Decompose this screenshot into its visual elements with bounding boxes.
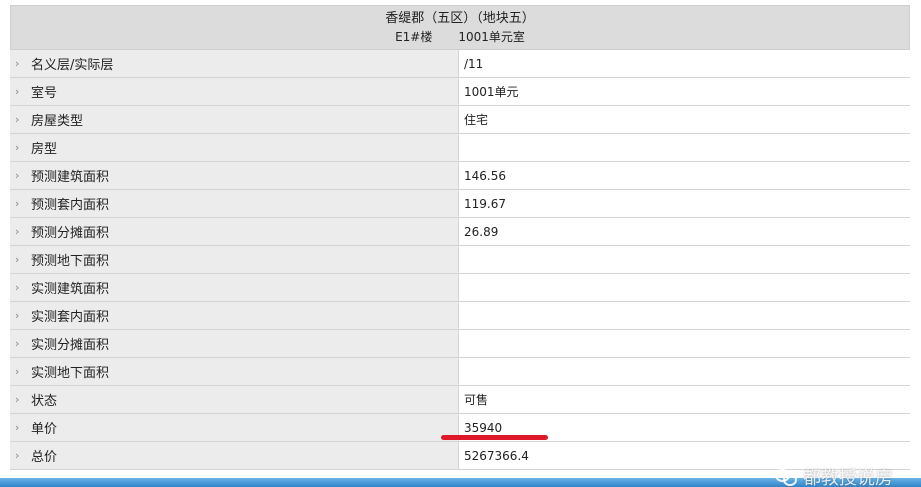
chevron-right-icon: › [15, 337, 20, 350]
price-highlight-underline [441, 435, 548, 440]
row-value: 146.56 [459, 162, 910, 189]
table-row-predicted-inner-area: › 预测套内面积 119.67 [10, 190, 910, 218]
table-row-measured-building-area: › 实测建筑面积 [10, 274, 910, 302]
row-value: 可售 [459, 386, 910, 413]
row-label-cell: › 实测套内面积 [10, 302, 459, 329]
row-label-cell: › 状态 [10, 386, 459, 413]
row-value [459, 246, 910, 273]
table-row-measured-shared-area: › 实测分摊面积 [10, 330, 910, 358]
row-value: 119.67 [459, 190, 910, 217]
table-row-measured-underground-area: › 实测地下面积 [10, 358, 910, 386]
row-label-cell: › 房屋类型 [10, 106, 459, 133]
row-value: /11 [459, 50, 910, 77]
chevron-right-icon: › [15, 421, 20, 434]
row-label: 名义层/实际层 [31, 58, 114, 73]
row-label: 预测地下面积 [31, 254, 110, 269]
row-label-cell: › 预测建筑面积 [10, 162, 459, 189]
row-label: 预测分摊面积 [31, 226, 110, 241]
row-label-cell: › 预测地下面积 [10, 246, 459, 273]
chevron-right-icon: › [15, 253, 20, 266]
chevron-right-icon: › [15, 449, 20, 462]
row-label-cell: › 房型 [10, 134, 459, 161]
chevron-right-icon: › [15, 365, 20, 378]
row-label: 预测建筑面积 [31, 170, 110, 185]
table-row-predicted-underground-area: › 预测地下面积 [10, 246, 910, 274]
project-title: 香缇郡（五区）（地块五） [385, 11, 535, 26]
row-value: 住宅 [459, 106, 910, 133]
row-label: 实测建筑面积 [31, 282, 110, 297]
property-info-table: 香缇郡（五区）（地块五） E1#楼 1001单元室 › 名义层/实际层 /11 ›… [10, 5, 910, 470]
chevron-right-icon: › [15, 141, 20, 154]
table-row-layout: › 房型 [10, 134, 910, 162]
unit-subtitle: E1#楼 1001单元室 [11, 28, 909, 46]
chevron-right-icon: › [15, 57, 20, 70]
table-row-measured-inner-area: › 实测套内面积 [10, 302, 910, 330]
row-label: 实测套内面积 [31, 310, 110, 325]
building-label: E1#楼 [395, 30, 433, 44]
row-value [459, 134, 910, 161]
table-row-predicted-shared-area: › 预测分摊面积 26.89 [10, 218, 910, 246]
row-label-cell: › 单价 [10, 414, 459, 441]
row-label-cell: › 预测套内面积 [10, 190, 459, 217]
row-label-cell: › 实测地下面积 [10, 358, 459, 385]
chevron-right-icon: › [15, 197, 20, 210]
row-label-cell: › 预测分摊面积 [10, 218, 459, 245]
row-label: 预测套内面积 [31, 198, 110, 213]
row-label: 房屋类型 [31, 114, 84, 129]
row-label: 房型 [31, 142, 58, 157]
row-value [459, 274, 910, 301]
table-row-house-type: › 房屋类型 住宅 [10, 106, 910, 134]
row-value [459, 330, 910, 357]
row-value: 5267366.4 [459, 442, 910, 469]
wechat-icon [775, 468, 797, 486]
row-label: 室号 [31, 86, 58, 101]
table-row-floor: › 名义层/实际层 /11 [10, 50, 910, 78]
table-row-room-number: › 室号 1001单元 [10, 78, 910, 106]
unit-label: 1001单元室 [458, 30, 525, 44]
row-value: 26.89 [459, 218, 910, 245]
table-header: 香缇郡（五区）（地块五） E1#楼 1001单元室 [10, 5, 910, 50]
chevron-right-icon: › [15, 113, 20, 126]
row-label: 状态 [31, 394, 58, 409]
chevron-right-icon: › [15, 225, 20, 238]
row-label-cell: › 实测分摊面积 [10, 330, 459, 357]
row-label-cell: › 总价 [10, 442, 459, 469]
chevron-right-icon: › [15, 85, 20, 98]
row-label: 实测分摊面积 [31, 338, 110, 353]
row-value: 1001单元 [459, 78, 910, 105]
chevron-right-icon: › [15, 393, 20, 406]
watermark-text: 都教授说房 [803, 467, 893, 487]
watermark: 都教授说房 [775, 466, 893, 487]
chevron-right-icon: › [15, 281, 20, 294]
row-label-cell: › 室号 [10, 78, 459, 105]
table-row-predicted-building-area: › 预测建筑面积 146.56 [10, 162, 910, 190]
page: 香缇郡（五区）（地块五） E1#楼 1001单元室 › 名义层/实际层 /11 ›… [0, 0, 921, 487]
row-value [459, 358, 910, 385]
row-label: 实测地下面积 [31, 366, 110, 381]
row-label: 总价 [31, 450, 58, 465]
row-label-cell: › 实测建筑面积 [10, 274, 459, 301]
table-row-status: › 状态 可售 [10, 386, 910, 414]
row-label-cell: › 名义层/实际层 [10, 50, 459, 77]
row-label: 单价 [31, 422, 58, 437]
chevron-right-icon: › [15, 169, 20, 182]
row-value [459, 302, 910, 329]
chevron-right-icon: › [15, 309, 20, 322]
